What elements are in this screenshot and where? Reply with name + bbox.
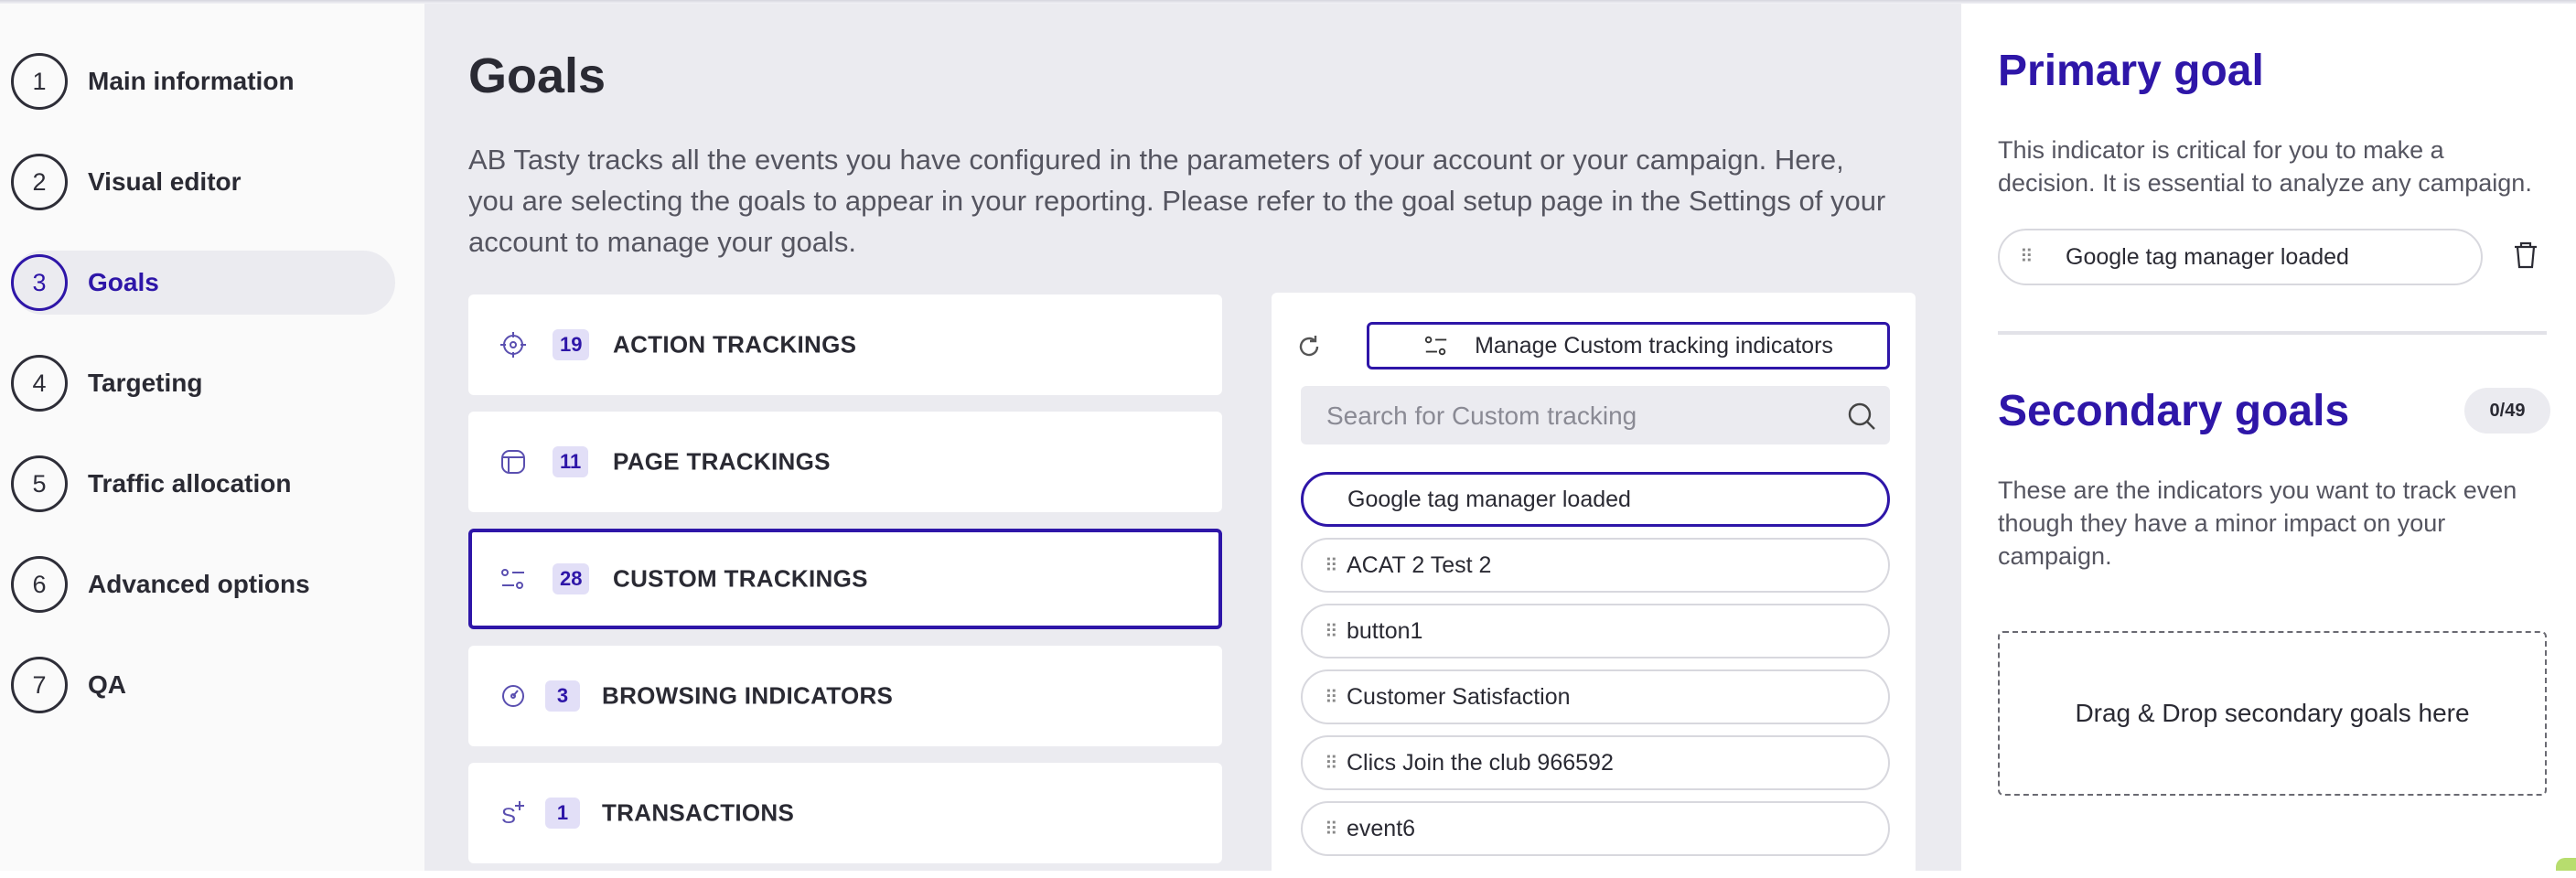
step-label: Traffic allocation [88, 469, 292, 498]
page-icon [501, 450, 525, 474]
step-number: 3 [11, 254, 68, 311]
secondary-goals-count-badge: 0/49 [2464, 388, 2550, 434]
goal-list-item[interactable]: ⠿ ACAT 2 Test 2 [1301, 538, 1890, 593]
goal-list-item[interactable]: ⠿ Customer Satisfaction [1301, 669, 1890, 724]
category-label: CUSTOM TRACKINGS [613, 564, 868, 593]
category-browsing-indicators[interactable]: 3 BROWSING INDICATORS [468, 646, 1222, 746]
category-count-badge: 3 [545, 680, 580, 712]
goal-list-item[interactable]: ⠿ event6 [1301, 801, 1890, 856]
search-input[interactable] [1301, 386, 1841, 446]
step-targeting[interactable]: 4 Targeting [11, 351, 395, 415]
category-count-badge: 11 [553, 446, 589, 477]
step-visual-editor[interactable]: 2 Visual editor [11, 150, 395, 214]
goal-label: button1 [1347, 617, 1423, 644]
step-number: 5 [11, 455, 68, 512]
step-goals[interactable]: 3 Goals [11, 251, 395, 315]
step-traffic-allocation[interactable]: 5 Traffic allocation [11, 452, 395, 516]
section-divider [1998, 331, 2547, 335]
primary-goal-item[interactable]: ⠿ Google tag manager loaded [1998, 229, 2483, 285]
category-count-badge: 28 [553, 563, 590, 594]
goals-summary-panel: Primary goal This indicator is critical … [1961, 0, 2576, 871]
step-label: Main information [88, 67, 295, 95]
step-main-information[interactable]: 1 Main information [11, 49, 395, 113]
step-number: 6 [11, 556, 68, 613]
corner-widget[interactable] [2556, 858, 2576, 871]
category-count-badge: 1 [545, 798, 580, 829]
goal-label: Clics Join the club 966592 [1347, 749, 1614, 776]
step-label: Advanced options [88, 570, 310, 598]
crosshair-icon [500, 332, 526, 358]
step-advanced-options[interactable]: 6 Advanced options [11, 552, 395, 616]
step-number: 4 [11, 355, 68, 412]
svg-text:S: S [501, 804, 516, 827]
drag-handle-icon[interactable]: ⠿ [1325, 818, 1338, 841]
goals-main-panel: Goals AB Tasty tracks all the events you… [424, 0, 1961, 878]
step-number: 1 [11, 53, 68, 110]
category-label: ACTION TRACKINGS [613, 330, 857, 359]
goal-list-item[interactable]: Google tag manager loaded [1301, 472, 1890, 527]
manage-custom-tracking-button[interactable]: Manage Custom tracking indicators [1367, 322, 1890, 369]
stepper-sidebar: 1 Main information 2 Visual editor 3 Goa… [0, 0, 424, 871]
step-label: QA [88, 670, 126, 699]
search-box [1301, 386, 1890, 446]
category-label: BROWSING INDICATORS [602, 681, 894, 710]
goals-list-panel: Manage Custom tracking indicators Google… [1272, 293, 1916, 878]
drag-handle-icon[interactable]: ⠿ [1325, 620, 1338, 643]
step-number: 2 [11, 154, 68, 210]
category-page-trackings[interactable]: 11 PAGE TRACKINGS [468, 412, 1222, 512]
custom-settings-icon [1424, 336, 1447, 356]
secondary-goals-description: These are the indicators you want to tra… [1998, 476, 2517, 570]
category-count-badge: 19 [553, 329, 590, 360]
primary-goal-label: Google tag manager loaded [2066, 244, 2349, 270]
category-action-trackings[interactable]: 19 ACTION TRACKINGS [468, 294, 1222, 395]
drag-handle-icon[interactable]: ⠿ [1325, 554, 1338, 577]
category-label: TRANSACTIONS [602, 798, 795, 827]
goal-label: Customer Satisfaction [1347, 683, 1571, 710]
secondary-goals-dropzone[interactable]: Drag & Drop secondary goals here [1998, 631, 2547, 796]
drag-handle-icon[interactable]: ⠿ [2020, 245, 2034, 268]
goal-list-item[interactable]: ⠿ Clics Join the club 966592 [1301, 735, 1890, 790]
step-label: Visual editor [88, 167, 242, 196]
custom-settings-icon [501, 569, 524, 589]
drag-handle-icon[interactable]: ⠿ [1325, 686, 1338, 709]
page-description: AB Tasty tracks all the events you have … [468, 144, 1886, 258]
category-label: PAGE TRACKINGS [613, 447, 831, 476]
step-qa[interactable]: 7 QA [11, 653, 395, 717]
primary-goal-title: Primary goal [1998, 47, 2264, 95]
manage-button-label: Manage Custom tracking indicators [1475, 332, 1833, 359]
step-label: Targeting [88, 369, 203, 397]
page-title: Goals [468, 48, 606, 103]
dollar-plus-icon: S [501, 801, 524, 827]
goal-list-item[interactable]: ⠿ button1 [1301, 604, 1890, 658]
top-shadow [0, 0, 2576, 4]
category-transactions[interactable]: S 1 TRANSACTIONS [468, 763, 1222, 863]
step-number: 7 [11, 657, 68, 713]
search-icon[interactable] [1846, 401, 1877, 432]
gauge-icon [502, 685, 524, 707]
refresh-icon[interactable] [1295, 333, 1323, 360]
primary-goal-description: This indicator is critical for you to ma… [1998, 136, 2532, 197]
step-label: Goals [88, 268, 159, 296]
goal-label: Google tag manager loaded [1347, 486, 1631, 512]
category-custom-trackings[interactable]: 28 CUSTOM TRACKINGS [468, 529, 1222, 629]
drag-handle-icon[interactable]: ⠿ [1325, 752, 1338, 775]
goal-label: event6 [1347, 815, 1416, 841]
secondary-goals-title: Secondary goals [1998, 387, 2350, 435]
trash-icon[interactable] [2512, 240, 2539, 271]
dropzone-text: Drag & Drop secondary goals here [2075, 699, 2470, 727]
goal-label: ACAT 2 Test 2 [1347, 551, 1492, 578]
